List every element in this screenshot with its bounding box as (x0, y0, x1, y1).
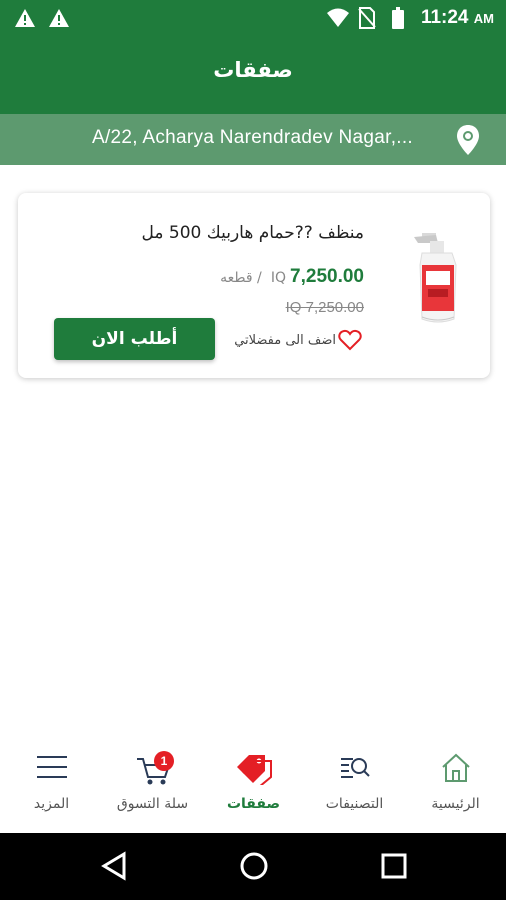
page-title: صفقات (213, 58, 293, 82)
no-sim-icon (358, 7, 376, 29)
nav-home-label: الرئيسية (431, 796, 480, 812)
status-bar: 11:24 AM (0, 0, 506, 36)
recents-icon[interactable] (381, 851, 407, 881)
favorites-label: اضف الى مفضلاتي (234, 332, 336, 348)
nav-cart-label: سلة التسوق (116, 796, 189, 812)
warning-icon (49, 9, 69, 27)
nav-more[interactable]: المزيد (1, 735, 102, 833)
warning-icon (15, 9, 35, 27)
product-name[interactable]: منظف ??حمام هاربيك 500 مل (142, 223, 364, 243)
old-price: IQ 7,250.00 (285, 299, 364, 316)
nav-categories-label: التصنيفات (325, 796, 384, 812)
battery-icon (392, 7, 404, 29)
nav-home[interactable]: الرئيسية (405, 735, 506, 833)
deals-tag-icon (236, 755, 272, 785)
menu-icon (36, 756, 67, 778)
nav-more-label: المزيد (33, 796, 70, 812)
nav-deals[interactable]: صفقات (203, 735, 304, 833)
cart-count-badge: 1 (154, 751, 174, 771)
bottom-nav: الرئيسية التصنيفات صفقات 1 سلة التسوق ال… (0, 735, 506, 833)
location-pin-icon[interactable] (456, 124, 480, 156)
product-card[interactable]: منظف ??حمام هاربيك 500 مل IQ 7,250.00 / ق… (18, 193, 490, 378)
nav-categories[interactable]: التصنيفات (304, 735, 405, 833)
clock: 11:24 AM (420, 7, 494, 28)
nav-cart[interactable]: 1 سلة التسوق (102, 735, 203, 833)
home-icon (441, 753, 470, 782)
price-unit: / قطعه (220, 270, 262, 286)
address-bar[interactable]: A/22, Acharya Narendradev Nagar,... (0, 114, 506, 165)
system-nav-bar (0, 833, 506, 900)
order-now-button[interactable]: أطلب الان (54, 318, 215, 360)
currency: IQ (270, 270, 287, 286)
categories-search-icon (340, 758, 370, 778)
product-image[interactable] (408, 231, 468, 327)
wifi-icon (327, 8, 349, 27)
address-text: A/22, Acharya Narendradev Nagar,... (92, 127, 414, 148)
back-icon[interactable] (100, 851, 128, 881)
app-bar: صفقات (0, 36, 506, 114)
price-row: IQ 7,250.00 / قطعه (220, 266, 364, 288)
add-to-favorites[interactable]: اضف الى مفضلاتي (234, 329, 362, 351)
home-button-icon[interactable] (239, 851, 269, 881)
product-price: 7,250.00 (290, 266, 364, 287)
heart-icon[interactable] (338, 329, 362, 351)
nav-deals-label: صفقات (226, 796, 280, 812)
